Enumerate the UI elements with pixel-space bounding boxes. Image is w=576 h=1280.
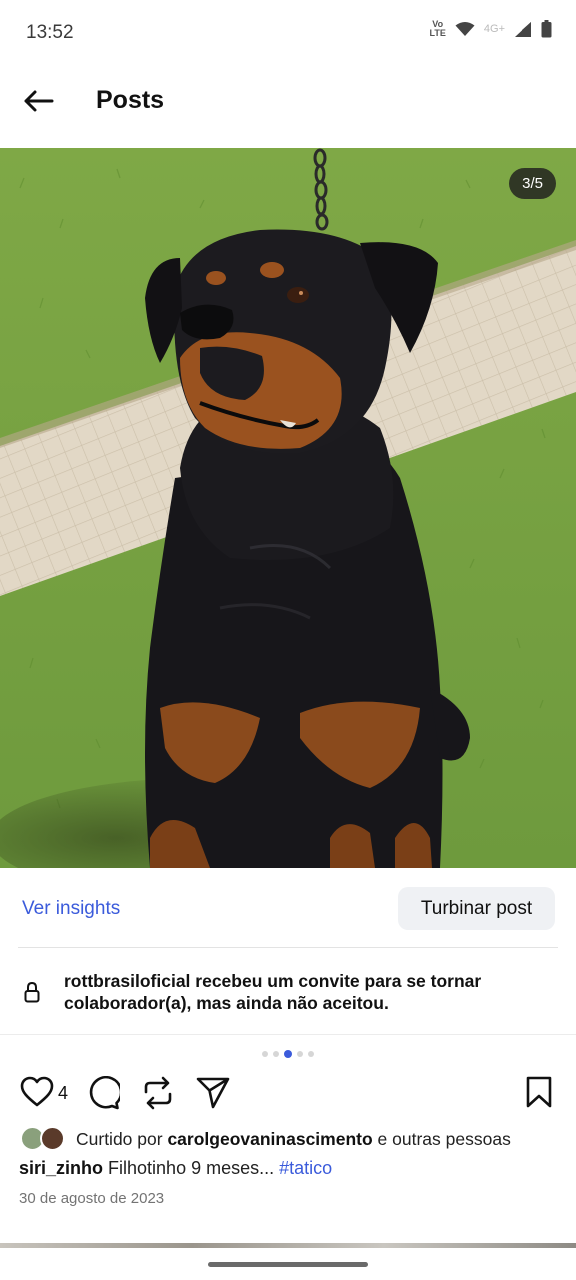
lock-icon <box>24 981 40 1003</box>
carousel-dot <box>262 1051 268 1057</box>
carousel-dot <box>308 1051 314 1057</box>
divider <box>0 1034 576 1035</box>
post-media[interactable]: 3/5 <box>0 148 576 868</box>
share-icon[interactable] <box>196 1076 230 1110</box>
page-title: Posts <box>96 86 165 114</box>
repost-icon[interactable] <box>142 1076 174 1110</box>
next-post-preview <box>0 1243 576 1248</box>
status-time: 13:52 <box>26 22 74 43</box>
app-header: Posts <box>0 66 576 136</box>
caption-hashtag[interactable]: #tatico <box>279 1158 332 1178</box>
heart-icon[interactable] <box>20 1076 54 1108</box>
liked-by-row[interactable]: Curtido por carolgeovaninascimento e out… <box>20 1126 511 1152</box>
wifi-icon <box>455 22 475 36</box>
caption-username[interactable]: siri_zinho <box>19 1158 103 1178</box>
liked-by-prefix: Curtido por <box>76 1128 163 1149</box>
insights-row: Ver insights Turbinar post <box>0 868 576 948</box>
signal-icon <box>515 21 531 37</box>
carousel-indicator <box>0 1050 576 1058</box>
back-button[interactable] <box>18 84 58 118</box>
collab-notice: rottbrasiloficial recebeu um convite par… <box>0 948 576 1034</box>
volte-icon: Vo LTE <box>429 19 446 38</box>
caption: siri_zinho Filhotinho 9 meses... #tatico <box>19 1158 332 1179</box>
liker-avatars <box>20 1126 68 1152</box>
arrow-left-icon <box>24 90 54 112</box>
comment-icon[interactable] <box>86 1076 120 1110</box>
post-actions: 4 <box>0 1072 576 1116</box>
bookmark-icon[interactable] <box>526 1076 552 1108</box>
status-bar: 13:52 Vo LTE 4G+ <box>0 0 576 66</box>
liked-by-suffix: e outras pessoas <box>377 1128 511 1149</box>
battery-icon <box>541 20 552 38</box>
rottweiler-photo <box>0 148 576 868</box>
network-type: 4G+ <box>483 23 505 35</box>
boost-post-button[interactable]: Turbinar post <box>398 887 555 930</box>
carousel-dot <box>297 1051 303 1057</box>
like-count: 4 <box>58 1083 69 1103</box>
status-icons: Vo LTE 4G+ <box>430 20 552 38</box>
home-indicator[interactable] <box>208 1262 368 1267</box>
caption-text[interactable]: Filhotinho 9 meses... <box>108 1158 274 1178</box>
carousel-dot-active <box>284 1050 292 1058</box>
post-date: 30 de agosto de 2023 <box>19 1190 165 1207</box>
avatar <box>40 1126 65 1151</box>
media-counter-badge: 3/5 <box>509 168 556 199</box>
collab-notice-text: rottbrasiloficial recebeu um convite par… <box>64 971 482 1013</box>
view-insights-link[interactable]: Ver insights <box>22 898 120 920</box>
carousel-dot <box>273 1051 279 1057</box>
liked-by-user[interactable]: carolgeovaninascimento <box>167 1129 372 1150</box>
